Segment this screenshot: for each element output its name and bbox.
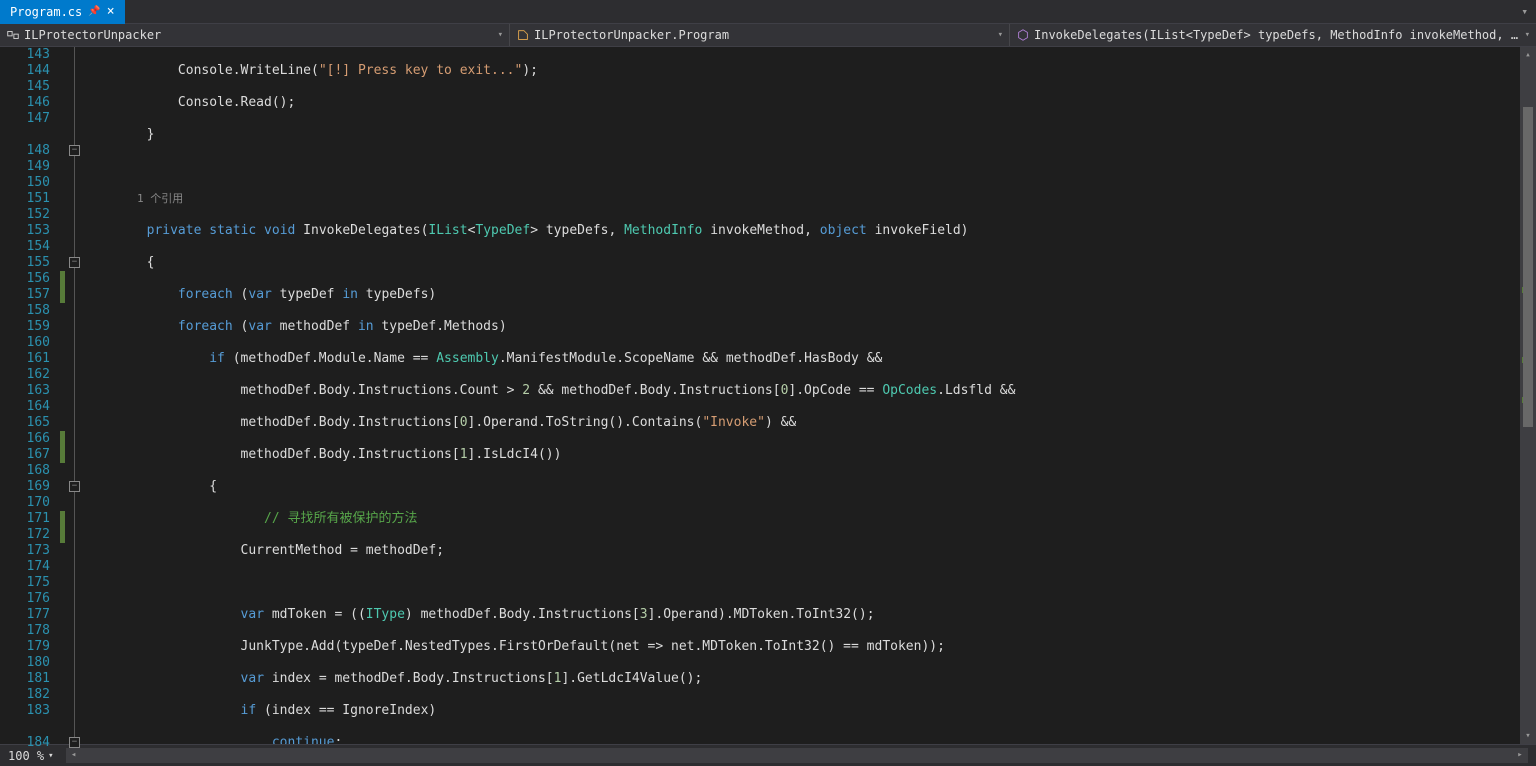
fold-toggle[interactable]: − (69, 145, 80, 156)
code-area[interactable]: Console.WriteLine("[!] Press key to exit… (84, 47, 1520, 744)
codelens-refs[interactable]: 1 个引用 (137, 192, 183, 205)
horizontal-scrollbar[interactable]: ◂ ▸ (66, 748, 1528, 763)
nav-class[interactable]: ILProtectorUnpacker.Program ▾ (510, 24, 1010, 46)
tab-filename: Program.cs (10, 5, 82, 19)
class-icon (516, 28, 530, 42)
navigation-bar: ILProtectorUnpacker ▾ ILProtectorUnpacke… (0, 24, 1536, 47)
file-tab[interactable]: Program.cs 📌 × (0, 0, 125, 24)
close-icon[interactable]: × (107, 4, 115, 19)
tab-overflow-icon[interactable]: ▾ (1513, 5, 1536, 18)
chevron-down-icon: ▾ (1525, 30, 1530, 40)
nav-method[interactable]: InvokeDelegates(IList<TypeDef> typeDefs,… (1010, 24, 1536, 46)
vertical-scrollbar[interactable]: ▴ ▾ (1520, 47, 1536, 744)
nav-namespace-text: ILProtectorUnpacker (24, 28, 161, 42)
chevron-down-icon: ▾ (998, 30, 1003, 40)
fold-toggle[interactable]: − (69, 737, 80, 748)
chevron-down-icon: ▾ (48, 751, 53, 761)
fold-toggle[interactable]: − (69, 257, 80, 268)
fold-toggle[interactable]: − (69, 481, 80, 492)
nav-class-text: ILProtectorUnpacker.Program (534, 28, 729, 42)
scroll-right-icon[interactable]: ▸ (1512, 748, 1528, 763)
outline-margin: − − − − (66, 47, 84, 744)
line-gutter: 143144145146147 148149150151152153154155… (0, 47, 60, 744)
status-bar: 100 % ▾ ◂ ▸ (0, 744, 1536, 766)
tab-bar: Program.cs 📌 × ▾ (0, 0, 1536, 24)
scroll-thumb[interactable] (1523, 107, 1533, 427)
chevron-down-icon: ▾ (498, 30, 503, 40)
nav-namespace[interactable]: ILProtectorUnpacker ▾ (0, 24, 510, 46)
pin-icon[interactable]: 📌 (88, 6, 100, 17)
nav-method-text: InvokeDelegates(IList<TypeDef> typeDefs,… (1034, 28, 1521, 42)
editor: ⬍ 143144145146147 1481491501511521531541… (0, 47, 1536, 744)
namespace-icon (6, 28, 20, 42)
scroll-down-icon[interactable]: ▾ (1520, 728, 1536, 744)
method-icon (1016, 28, 1030, 42)
scroll-left-icon[interactable]: ◂ (66, 748, 82, 763)
scroll-up-icon[interactable]: ▴ (1520, 47, 1536, 63)
